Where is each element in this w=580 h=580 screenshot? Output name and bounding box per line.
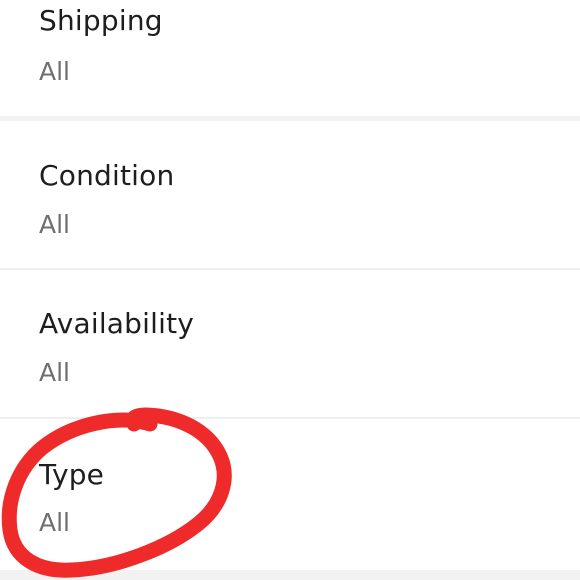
- filter-row-shipping[interactable]: Shipping All: [0, 0, 580, 116]
- divider: [0, 570, 580, 580]
- filter-row-type[interactable]: Type All: [0, 419, 580, 570]
- filter-panel: Shipping All Condition All Availability …: [0, 0, 580, 580]
- filter-value-condition: All: [39, 210, 70, 239]
- filter-row-condition[interactable]: Condition All: [0, 121, 580, 268]
- filter-title-shipping: Shipping: [39, 4, 163, 37]
- filter-row-availability[interactable]: Availability All: [0, 270, 580, 417]
- filter-title-condition: Condition: [39, 159, 175, 192]
- filter-value-shipping: All: [39, 57, 70, 86]
- filter-title-type: Type: [39, 458, 105, 491]
- filter-value-availability: All: [39, 358, 70, 387]
- filter-title-availability: Availability: [39, 307, 195, 340]
- filter-value-type: All: [39, 508, 70, 537]
